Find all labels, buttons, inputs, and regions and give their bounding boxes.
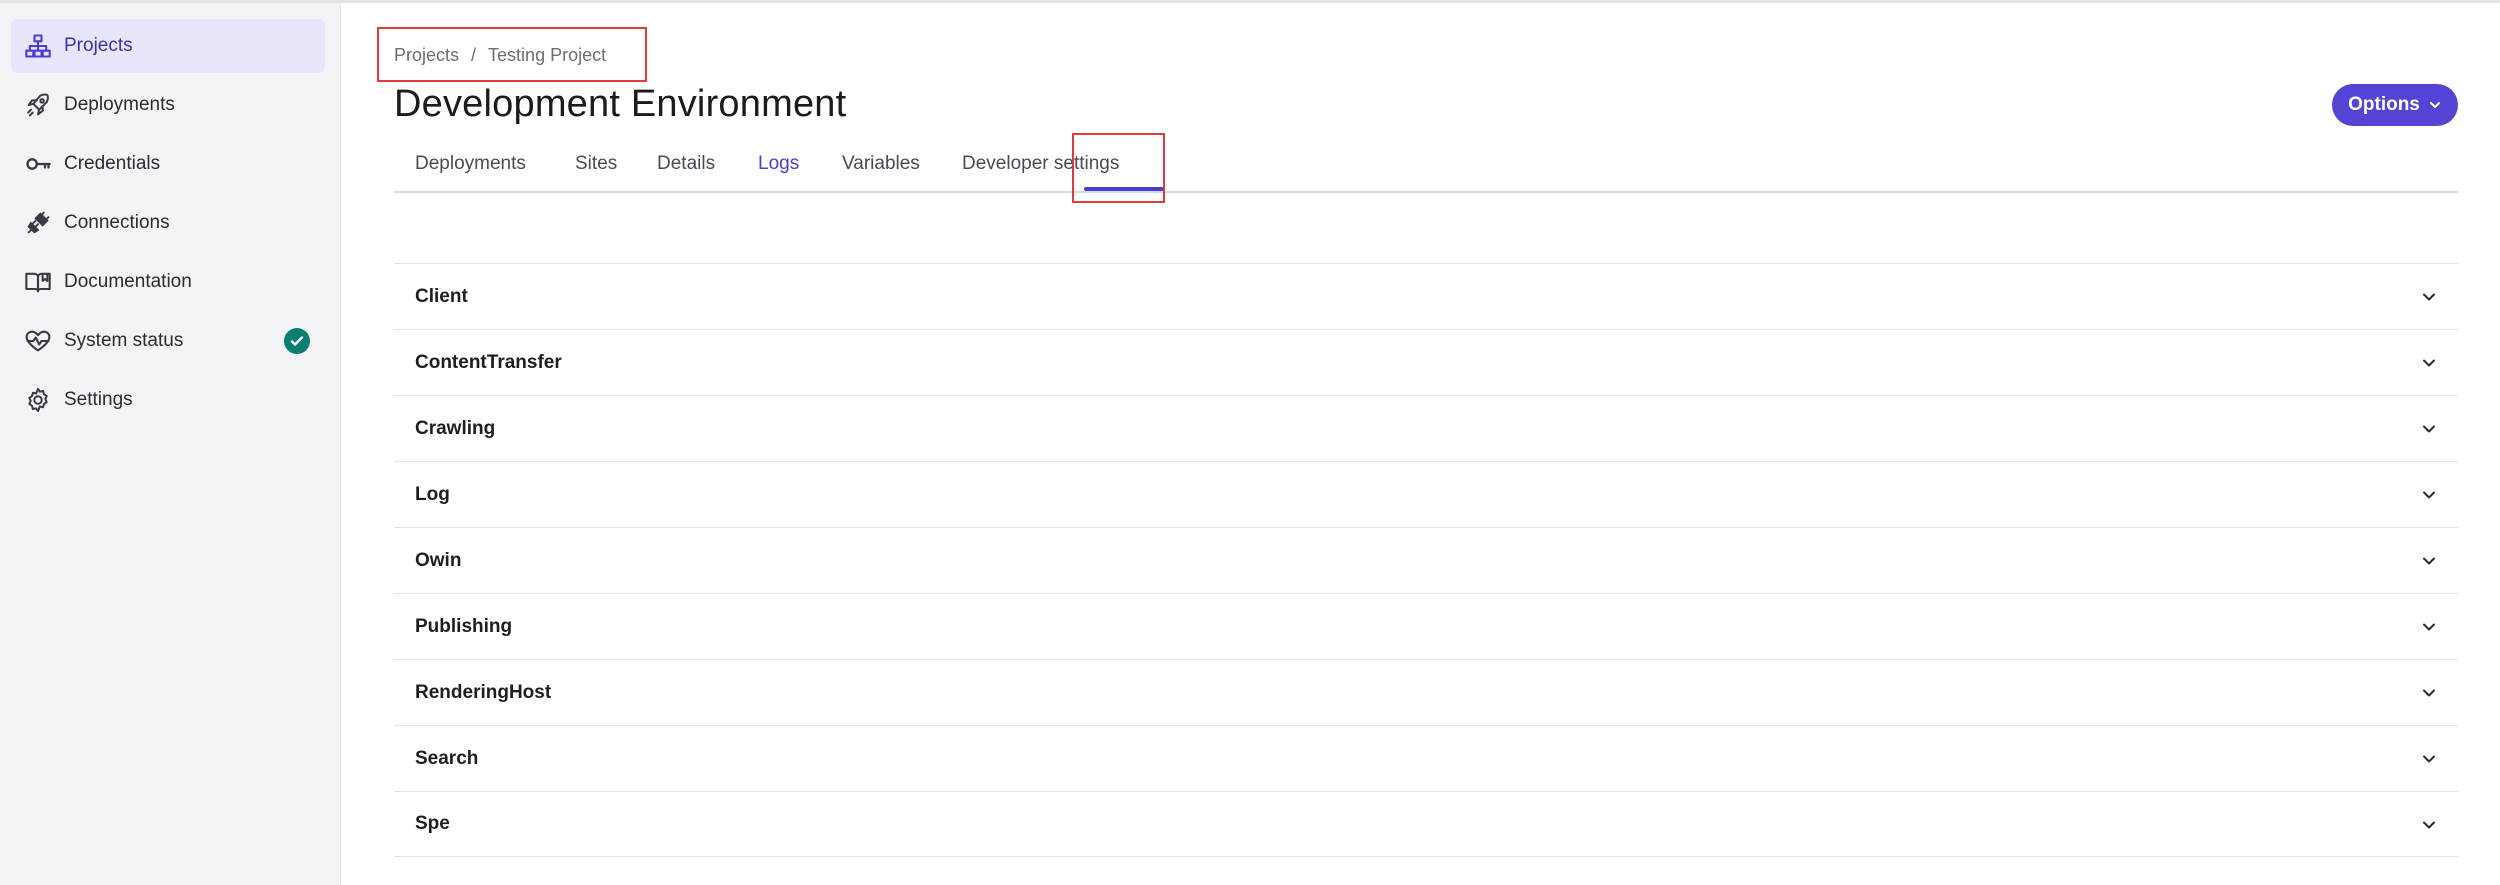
sidebar-item-projects[interactable]: Projects — [11, 19, 325, 73]
chevron-down-icon — [2423, 755, 2435, 763]
rocket-icon — [24, 91, 52, 119]
chevron-down-icon — [2423, 293, 2435, 301]
plug-icon — [24, 209, 52, 237]
log-group-row[interactable]: Publishing — [394, 593, 2458, 659]
tab-variables[interactable]: Variables — [842, 153, 920, 183]
sidebar-item-label: Settings — [64, 389, 133, 410]
tab-deployments[interactable]: Deployments — [415, 153, 526, 183]
log-groups-accordion: Client ContentTransfer Crawling Log Owin… — [394, 263, 2458, 857]
log-group-row[interactable]: Crawling — [394, 395, 2458, 461]
sidebar-item-label: Connections — [64, 212, 170, 233]
breadcrumb-item-current: Testing Project — [488, 45, 607, 65]
log-group-row[interactable]: Log — [394, 461, 2458, 527]
tab-sites[interactable]: Sites — [575, 153, 617, 183]
gear-icon — [24, 386, 52, 414]
log-group-row[interactable]: RenderingHost — [394, 659, 2458, 725]
book-icon — [24, 268, 52, 296]
breadcrumb-separator: / — [471, 45, 477, 65]
sidebar-item-deployments[interactable]: Deployments — [11, 78, 325, 132]
tab-logs[interactable]: Logs — [758, 153, 799, 183]
log-group-label: Log — [415, 483, 450, 505]
sidebar-item-label: Deployments — [64, 94, 175, 115]
tab-details[interactable]: Details — [657, 153, 715, 183]
sidebar-item-label: Documentation — [64, 271, 192, 292]
sidebar-item-label: System status — [64, 330, 184, 351]
tab-bar: Deployments Sites Details Logs Variables… — [394, 143, 2458, 193]
log-group-row[interactable]: Search — [394, 725, 2458, 791]
log-group-row[interactable]: ContentTransfer — [394, 329, 2458, 395]
log-group-label: ContentTransfer — [415, 351, 562, 373]
log-group-label: Crawling — [415, 417, 496, 439]
heartbeat-icon — [24, 327, 52, 355]
sidebar-item-credentials[interactable]: Credentials — [11, 137, 325, 191]
sidebar-item-settings[interactable]: Settings — [11, 373, 325, 427]
options-button[interactable]: Options — [2332, 84, 2458, 126]
breadcrumb: Projects / Testing Project — [394, 45, 606, 66]
chevron-down-icon — [2429, 102, 2440, 108]
check-circle-icon — [284, 328, 310, 354]
sitemap-icon — [24, 32, 52, 60]
sidebar-item-system-status[interactable]: System status — [11, 314, 325, 368]
log-group-label: Spe — [415, 813, 450, 834]
sidebar: Projects Deployments Credentials Connect… — [0, 3, 341, 885]
chevron-down-icon — [2423, 623, 2435, 631]
log-group-label: Owin — [415, 549, 462, 571]
log-group-label: Publishing — [415, 615, 513, 637]
log-group-label: Search — [415, 747, 479, 769]
page-title: Development Environment — [394, 83, 847, 125]
sidebar-item-label: Credentials — [64, 153, 161, 174]
log-group-label: Client — [415, 285, 468, 307]
tab-highlight-box — [1072, 133, 1165, 203]
log-group-label: RenderingHost — [415, 681, 552, 703]
chevron-down-icon — [2423, 821, 2435, 829]
breadcrumb-item-projects[interactable]: Projects — [394, 45, 459, 66]
options-button-label: Options — [2348, 94, 2420, 115]
key-icon — [24, 150, 52, 178]
sidebar-item-label: Projects — [64, 35, 133, 56]
main-content: Projects / Testing Project Development E… — [342, 3, 2500, 885]
chevron-down-icon — [2423, 425, 2435, 433]
log-group-row[interactable]: Owin — [394, 527, 2458, 593]
chevron-down-icon — [2423, 359, 2435, 367]
log-group-row[interactable]: Client — [394, 263, 2458, 329]
chevron-down-icon — [2423, 689, 2435, 697]
sidebar-item-connections[interactable]: Connections — [11, 196, 325, 250]
chevron-down-icon — [2423, 491, 2435, 499]
sidebar-item-documentation[interactable]: Documentation — [11, 255, 325, 309]
chevron-down-icon — [2423, 557, 2435, 565]
log-group-row[interactable]: Spe — [394, 791, 2458, 857]
